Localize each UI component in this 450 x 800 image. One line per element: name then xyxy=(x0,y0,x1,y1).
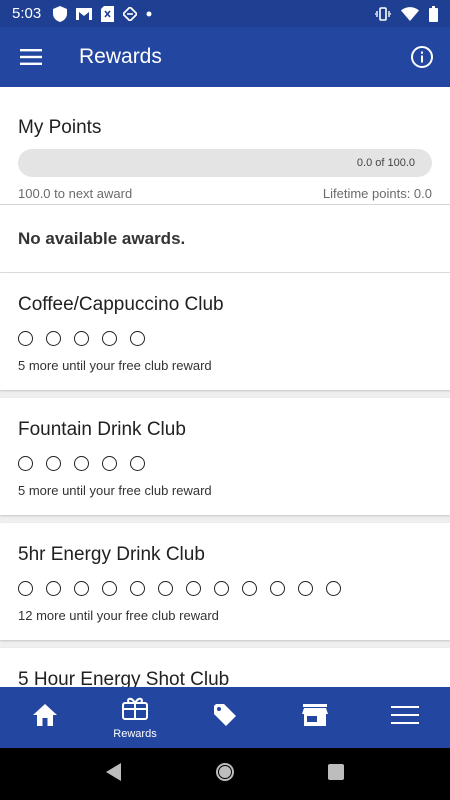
punch-circle xyxy=(326,581,341,596)
menu-icon xyxy=(391,706,419,729)
hamburger-menu-icon[interactable] xyxy=(0,27,62,87)
club-card[interactable]: 5 Hour Energy Shot Club xyxy=(0,648,450,687)
punch-circle xyxy=(102,581,117,596)
punch-circle xyxy=(18,456,33,471)
wifi-icon xyxy=(401,6,419,21)
punch-circle xyxy=(74,456,89,471)
club-card[interactable]: Coffee/Cappuccino Club 5 more until your… xyxy=(0,273,450,390)
punch-circle xyxy=(130,456,145,471)
punch-circle xyxy=(214,581,229,596)
punch-circle xyxy=(18,331,33,346)
status-bar: 5:03 xyxy=(0,0,450,27)
info-icon[interactable] xyxy=(394,27,450,87)
punch-circle xyxy=(130,581,145,596)
punch-circle xyxy=(186,581,201,596)
punch-circle xyxy=(242,581,257,596)
punch-circle xyxy=(18,581,33,596)
recents-icon[interactable] xyxy=(328,763,344,785)
app-bar: Rewards xyxy=(0,27,450,87)
dot-icon xyxy=(146,11,152,17)
club-punch-circles xyxy=(18,581,432,596)
punch-circle xyxy=(74,581,89,596)
status-system-icons xyxy=(375,5,438,22)
store-icon xyxy=(302,704,328,731)
nav-stores[interactable] xyxy=(270,687,360,748)
back-icon[interactable] xyxy=(106,762,122,786)
club-card[interactable]: 5hr Energy Drink Club 12 more until your… xyxy=(0,523,450,640)
status-notification-icons xyxy=(53,5,152,22)
punch-circle xyxy=(46,456,61,471)
punch-circle xyxy=(74,331,89,346)
system-nav-bar xyxy=(0,748,450,800)
nav-deals[interactable] xyxy=(180,687,270,748)
club-title: Fountain Drink Club xyxy=(18,419,186,440)
home-icon xyxy=(32,703,58,732)
clubs-list: Coffee/Cappuccino Club 5 more until your… xyxy=(0,273,450,687)
shield-icon xyxy=(53,5,68,22)
club-title: 5 Hour Energy Shot Club xyxy=(18,669,230,687)
page-title: Rewards xyxy=(79,45,162,68)
punch-circle xyxy=(158,581,173,596)
points-card: My Points 0.0 of 100.0 100.0 to next awa… xyxy=(0,87,450,205)
nav-more[interactable] xyxy=(360,687,450,748)
nav-rewards-label: Rewards xyxy=(113,727,157,740)
punch-circle xyxy=(270,581,285,596)
points-progress-bar: 0.0 of 100.0 xyxy=(18,149,432,177)
punch-circle xyxy=(46,581,61,596)
rewards-gift-icon xyxy=(121,696,149,725)
punch-circle xyxy=(102,456,117,471)
vibrate-icon xyxy=(375,6,391,22)
battery-icon xyxy=(429,5,438,22)
status-time: 5:03 xyxy=(12,5,42,22)
gmail-icon xyxy=(76,7,93,20)
points-progress-text: 0.0 of 100.0 xyxy=(356,157,415,169)
nav-rewards[interactable]: Rewards xyxy=(90,687,180,748)
club-punch-circles xyxy=(18,456,432,471)
next-award-text: 100.0 to next award xyxy=(18,186,133,201)
rewards-content[interactable]: My Points 0.0 of 100.0 100.0 to next awa… xyxy=(0,87,450,687)
club-title: 5hr Energy Drink Club xyxy=(18,544,205,565)
lifetime-points-text: Lifetime points: 0.0 xyxy=(322,186,432,201)
punch-circle xyxy=(298,581,313,596)
punch-circle xyxy=(102,331,117,346)
sim-icon xyxy=(101,5,115,22)
no-awards-message: No available awards. xyxy=(0,205,450,273)
tag-icon xyxy=(212,702,238,733)
punch-circle xyxy=(130,331,145,346)
app-icon xyxy=(123,6,138,21)
points-title: My Points xyxy=(18,117,102,138)
home-circle-icon[interactable] xyxy=(214,761,236,788)
punch-circle xyxy=(46,331,61,346)
club-progress-note: 12 more until your free club reward xyxy=(18,608,219,623)
club-card[interactable]: Fountain Drink Club 5 more until your fr… xyxy=(0,398,450,515)
nav-home[interactable] xyxy=(0,687,90,748)
club-punch-circles xyxy=(18,331,432,346)
bottom-nav: Rewards xyxy=(0,687,450,748)
club-progress-note: 5 more until your free club reward xyxy=(18,358,212,373)
club-title: Coffee/Cappuccino Club xyxy=(18,294,224,315)
club-progress-note: 5 more until your free club reward xyxy=(18,483,212,498)
